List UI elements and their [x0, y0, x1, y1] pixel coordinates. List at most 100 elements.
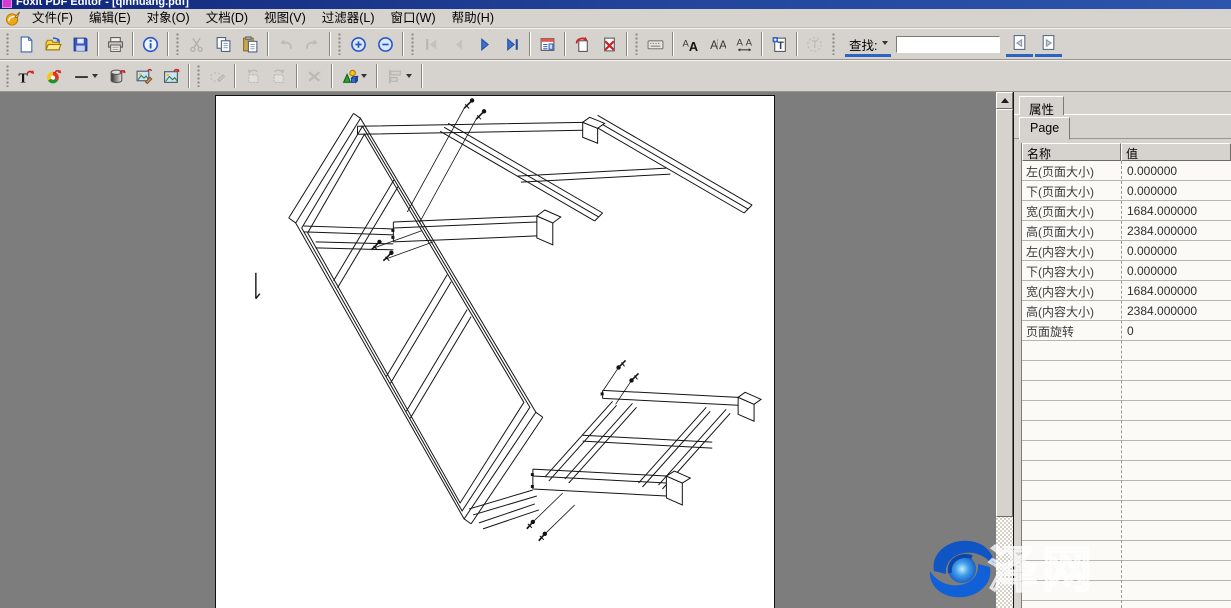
separator: [796, 32, 798, 56]
menu-object[interactable]: 对象(O): [139, 9, 198, 27]
toolbar-grip[interactable]: [6, 33, 9, 55]
menu-bar: 文件(F) 编辑(E) 对象(O) 文档(D) 视图(V) 过滤器(L) 窗口(…: [0, 9, 1231, 28]
vertical-scrollbar[interactable]: [996, 92, 1013, 608]
panel-tab-strip: 属性: [1014, 94, 1231, 115]
first-page-button[interactable]: [419, 32, 444, 57]
toolbar-grip[interactable]: [197, 65, 200, 87]
property-row[interactable]: 高(内容大小) 2384.000000: [1022, 301, 1231, 321]
property-name: 宽(内容大小): [1022, 283, 1121, 300]
separator: [376, 64, 378, 88]
property-row[interactable]: 高(页面大小) 2384.000000: [1022, 221, 1231, 241]
property-value: 1684.000000: [1121, 204, 1197, 218]
toolbar-grip[interactable]: [6, 65, 9, 87]
toolbar-grip[interactable]: [338, 33, 341, 55]
property-value: 0.000000: [1121, 184, 1177, 198]
menu-view[interactable]: 视图(V): [256, 9, 314, 27]
toolbar-grip[interactable]: [832, 33, 835, 55]
find-previous-icon: [1011, 34, 1028, 51]
redo-button[interactable]: [300, 32, 325, 57]
undo-button[interactable]: [273, 32, 298, 57]
text-cursor-mark: [256, 273, 260, 299]
open-button[interactable]: [41, 32, 66, 57]
tab-properties[interactable]: 属性: [1019, 96, 1064, 115]
select-object-button[interactable]: [205, 64, 230, 89]
paste-button[interactable]: [238, 32, 263, 57]
text-tool-button[interactable]: [14, 64, 39, 89]
separator: [329, 32, 331, 56]
font-button[interactable]: [678, 32, 703, 57]
main-toolbar: 查找:: [0, 28, 1231, 60]
separator: [564, 32, 566, 56]
document-info-button[interactable]: [138, 32, 163, 57]
align-tool-button[interactable]: [382, 64, 417, 89]
app-icon: [2, 0, 12, 8]
color-tool-button[interactable]: [41, 64, 66, 89]
separator: [167, 32, 169, 56]
insert-image-button[interactable]: [159, 64, 184, 89]
find-next-button[interactable]: [1035, 32, 1062, 57]
shading-tool-button[interactable]: [105, 64, 130, 89]
print-button[interactable]: [103, 32, 128, 57]
property-row[interactable]: 页面旋转 0: [1022, 321, 1231, 341]
char-spacing-button[interactable]: [732, 32, 757, 57]
toolbar-grip[interactable]: [635, 33, 638, 55]
property-value: 2384.000000: [1121, 304, 1197, 318]
page-properties-button[interactable]: [535, 32, 560, 57]
property-value: 0.000000: [1121, 164, 1177, 178]
separator: [267, 32, 269, 56]
canvas[interactable]: [0, 92, 996, 608]
zoom-out-button[interactable]: [373, 32, 398, 57]
next-page-button[interactable]: [473, 32, 498, 57]
find-group: 查找:: [845, 32, 1063, 57]
properties-table: 名称 值 左(页面大小) 0.000000 下(页面大小) 0.000: [1021, 143, 1231, 608]
property-row[interactable]: 下(页面大小) 0.000000: [1022, 181, 1231, 201]
delete-object-button[interactable]: [302, 64, 327, 89]
document-page[interactable]: [215, 95, 775, 608]
rotate-right-button[interactable]: [267, 64, 292, 89]
scrollbar-thumb[interactable]: [996, 109, 1013, 517]
rotate-page-button[interactable]: [570, 32, 595, 57]
new-document-button[interactable]: [14, 32, 39, 57]
find-dropdown[interactable]: [878, 33, 891, 53]
find-input[interactable]: [896, 36, 1000, 53]
table-header: 名称 值: [1022, 143, 1231, 161]
cut-button[interactable]: [184, 32, 209, 57]
menu-help[interactable]: 帮助(H): [444, 9, 502, 27]
delete-page-button[interactable]: [597, 32, 622, 57]
prev-page-button[interactable]: [446, 32, 471, 57]
menu-edit[interactable]: 编辑(E): [81, 9, 139, 27]
keyboard-button[interactable]: [643, 32, 668, 57]
scroll-up-button[interactable]: [996, 92, 1013, 109]
menu-filter[interactable]: 过滤器(L): [314, 9, 383, 27]
main-area: 属性 Page 名称 值 左(页面大小) 0.000000: [0, 92, 1231, 608]
property-row[interactable]: 左(内容大小) 0.000000: [1022, 241, 1231, 261]
last-page-button[interactable]: [500, 32, 525, 57]
menu-window[interactable]: 窗口(W): [383, 9, 444, 27]
property-row[interactable]: 宽(页面大小) 1684.000000: [1022, 201, 1231, 221]
shapes-tool-button[interactable]: [337, 64, 372, 89]
app-pen-icon: [5, 11, 21, 26]
property-row[interactable]: 左(页面大小) 0.000000: [1022, 161, 1231, 181]
copy-button[interactable]: [211, 32, 236, 57]
separator: [331, 64, 333, 88]
menu-document[interactable]: 文档(D): [198, 9, 256, 27]
text-mode-button[interactable]: [802, 32, 827, 57]
zoom-in-button[interactable]: [346, 32, 371, 57]
save-button[interactable]: [68, 32, 93, 57]
toolbar-grip[interactable]: [176, 33, 179, 55]
tab-page[interactable]: Page: [1019, 117, 1070, 140]
rotate-left-button[interactable]: [240, 64, 265, 89]
toolbar-grip[interactable]: [411, 33, 414, 55]
line-tool-button[interactable]: [68, 64, 103, 89]
property-row[interactable]: 下(内容大小) 0.000000: [1022, 261, 1231, 281]
separator: [529, 32, 531, 56]
separator: [234, 64, 236, 88]
menu-file[interactable]: 文件(F): [24, 9, 81, 27]
page-tab-strip: Page: [1014, 115, 1231, 139]
font-size-button[interactable]: [705, 32, 730, 57]
find-previous-button[interactable]: [1006, 32, 1033, 57]
property-row[interactable]: 宽(内容大小) 1684.000000: [1022, 281, 1231, 301]
edit-image-button[interactable]: [132, 64, 157, 89]
insert-text-button[interactable]: [767, 32, 792, 57]
separator: [421, 64, 423, 88]
